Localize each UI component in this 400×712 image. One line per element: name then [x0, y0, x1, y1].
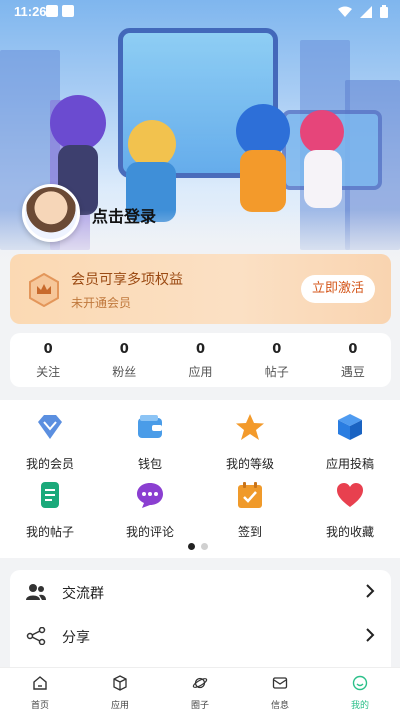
- page-dot-active[interactable]: [188, 543, 195, 550]
- heart-icon: [337, 483, 363, 507]
- stat-beans[interactable]: 0 遇豆: [315, 333, 391, 387]
- bottom-nav: 首页 应用 圈子 信息 我的: [0, 667, 400, 712]
- stat-label: 关注: [36, 365, 61, 379]
- character-body: [304, 150, 342, 208]
- nav-home[interactable]: 首页: [0, 668, 80, 712]
- character-body: [240, 150, 286, 212]
- stat-value: 0: [119, 342, 129, 357]
- grid-item-my-comments[interactable]: 我的评论: [100, 480, 200, 540]
- stat-posts[interactable]: 0 帖子: [239, 333, 315, 387]
- diamond-icon: [38, 415, 62, 439]
- nav-me[interactable]: 我的: [320, 668, 400, 712]
- share-icon: [26, 627, 46, 645]
- member-card[interactable]: 会员可享多项权益 未开通会员 立即激活: [10, 254, 391, 324]
- chevron-right-icon: [366, 584, 375, 598]
- status-right-icons: [338, 5, 388, 18]
- star-icon: [236, 414, 264, 440]
- status-time: 11:26: [14, 4, 47, 19]
- stat-value: 0: [348, 342, 358, 357]
- status-bar: 11:26: [0, 0, 400, 24]
- notification-icon: [46, 5, 58, 17]
- character-head: [50, 95, 106, 151]
- nav-apps[interactable]: 应用: [80, 668, 160, 712]
- notification-icon: [62, 5, 74, 17]
- member-title: 会员可享多项权益: [71, 272, 183, 288]
- stat-label: 粉丝: [112, 365, 137, 379]
- feature-grid: 我的会员 钱包 我的等级 应用投稿 我的帖子 我的评论 签到 我的收藏: [0, 400, 400, 558]
- feature-row: 我的会员 钱包 我的等级 应用投稿: [0, 412, 400, 472]
- list-item-group[interactable]: 交流群: [10, 570, 391, 614]
- nav-label: 信息: [270, 701, 289, 711]
- chat-bubble-icon: [137, 483, 163, 508]
- login-link[interactable]: 点击登录: [92, 203, 156, 227]
- group-icon: [26, 584, 46, 600]
- battery-icon: [380, 5, 388, 18]
- stat-label: 帖子: [264, 365, 289, 379]
- signal-icon: [360, 5, 372, 18]
- stat-label: 应用: [188, 365, 213, 379]
- grid-item-label: 我的会员: [25, 457, 74, 471]
- stat-following[interactable]: 0 关注: [10, 333, 86, 387]
- cube-icon: [338, 414, 362, 440]
- nav-messages[interactable]: 信息: [240, 668, 320, 712]
- status-notification-icons: [46, 5, 74, 17]
- stat-value: 0: [43, 342, 53, 357]
- grid-item-wallet[interactable]: 钱包: [100, 412, 200, 472]
- planet-icon: [192, 677, 208, 689]
- home-icon: [33, 676, 47, 690]
- feature-row: 我的帖子 我的评论 签到 我的收藏: [0, 480, 400, 540]
- stat-fans[interactable]: 0 粉丝: [86, 333, 162, 387]
- box-icon: [113, 675, 127, 691]
- wifi-icon: [338, 6, 352, 17]
- grid-item-label: 签到: [237, 525, 262, 539]
- settings-list: 交流群 分享: [10, 570, 391, 668]
- activate-button[interactable]: 立即激活: [301, 275, 375, 303]
- nav-label: 首页: [30, 701, 49, 711]
- grid-item-checkin[interactable]: 签到: [200, 480, 300, 540]
- mail-icon: [272, 677, 288, 689]
- grid-item-level[interactable]: 我的等级: [200, 412, 300, 472]
- list-item-share[interactable]: 分享: [10, 614, 391, 658]
- grid-item-favorites[interactable]: 我的收藏: [300, 480, 400, 540]
- grid-item-label: 我的帖子: [25, 525, 74, 539]
- wallet-icon: [138, 415, 162, 438]
- calendar-check-icon: [238, 482, 262, 508]
- grid-item-label: 我的评论: [125, 525, 174, 539]
- nav-label: 圈子: [190, 701, 209, 711]
- nav-circle[interactable]: 圈子: [160, 668, 240, 712]
- grid-item-membership[interactable]: 我的会员: [0, 412, 100, 472]
- stat-label: 遇豆: [340, 365, 365, 379]
- grid-item-label: 我的等级: [225, 457, 274, 471]
- member-subtitle: 未开通会员: [71, 296, 132, 310]
- page-dot[interactable]: [201, 543, 208, 550]
- stat-value: 0: [272, 342, 282, 357]
- list-item-label: 交流群: [62, 586, 104, 602]
- character-head: [128, 120, 176, 168]
- grid-item-label: 应用投稿: [325, 457, 374, 471]
- grid-item-my-posts[interactable]: 我的帖子: [0, 480, 100, 540]
- character-head: [300, 110, 344, 154]
- stat-value: 0: [195, 342, 206, 357]
- page-indicator: [188, 543, 208, 550]
- grid-item-label: 我的收藏: [325, 525, 374, 539]
- list-item-label: 分享: [62, 630, 90, 646]
- nav-label: 我的: [350, 701, 369, 711]
- nav-label: 应用: [110, 701, 129, 711]
- grid-item-submit-app[interactable]: 应用投稿: [300, 412, 400, 472]
- smile-icon: [352, 675, 368, 691]
- grid-item-label: 钱包: [137, 457, 162, 471]
- scroll-icon: [41, 482, 59, 508]
- stats-card: 0 关注 0 粉丝 0 应用 0 帖子 0 遇豆: [10, 333, 391, 387]
- avatar[interactable]: [22, 184, 80, 242]
- stat-apps[interactable]: 0 应用: [162, 333, 238, 387]
- crown-badge-icon: [29, 273, 59, 307]
- chevron-right-icon: [366, 628, 375, 642]
